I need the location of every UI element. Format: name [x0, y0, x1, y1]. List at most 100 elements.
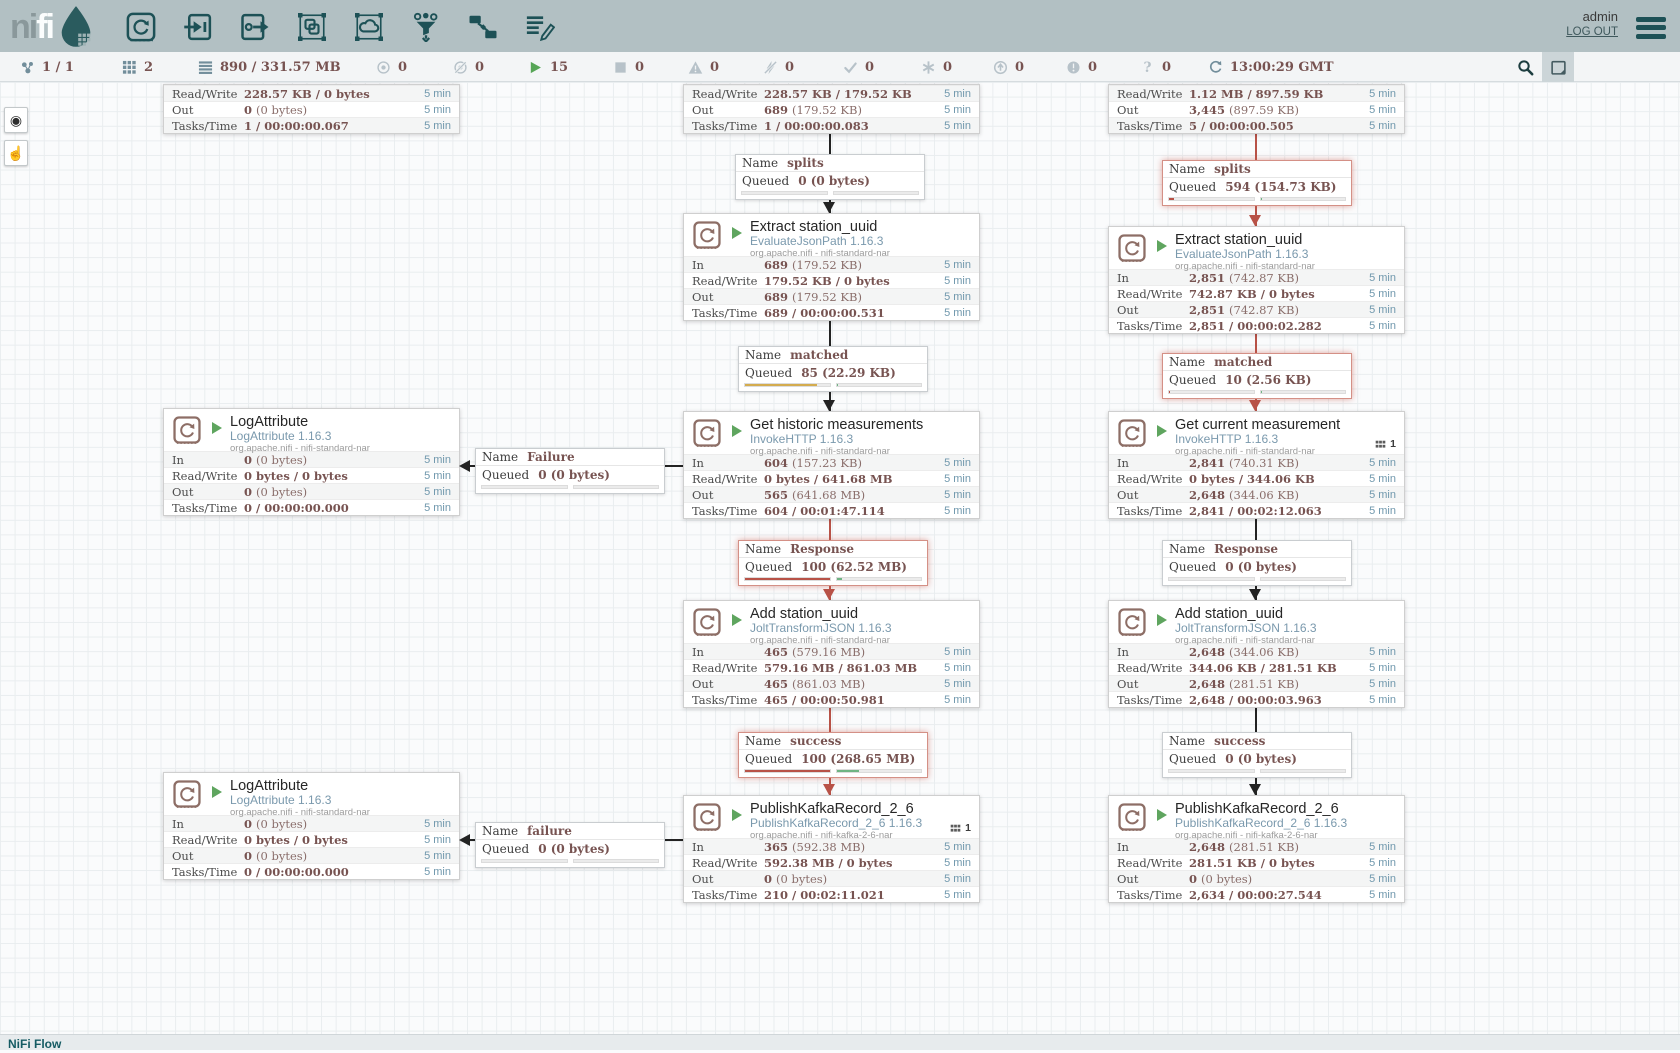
processor-name: Add station_uuid: [1175, 606, 1396, 622]
toolbar-label-icon[interactable]: [523, 10, 557, 44]
toolbar-process-group-icon[interactable]: [295, 10, 329, 44]
name-label: Name: [745, 542, 781, 556]
queued-value: 10 (2.56 KB): [1225, 373, 1311, 387]
connection-label-success-right[interactable]: Name success Queued 0 (0 bytes): [1162, 732, 1352, 778]
status-count: 0: [865, 60, 874, 75]
connection-name-row: Name matched: [739, 347, 927, 364]
processor-add-right[interactable]: Add station_uuid JoltTransformJSON 1.16.…: [1108, 600, 1405, 708]
processor-stamp-icon: [1118, 608, 1146, 636]
processor-stamp-icon: [693, 803, 721, 831]
palette-hand-pointer-icon[interactable]: ☝: [4, 140, 28, 166]
toolbar-funnel-icon[interactable]: [409, 10, 443, 44]
processor-stamp-icon: [1118, 234, 1146, 267]
stat-window: 5 min: [1369, 873, 1396, 885]
connection-label-splits-right[interactable]: Name splits Queued 594 (154.73 KB): [1162, 160, 1352, 206]
processor-stamp-icon: [693, 221, 721, 249]
backpressure-bars: [744, 577, 922, 581]
processor-top-right[interactable]: Read/Write1.12 MB / 897.59 KB 5 min Out3…: [1108, 84, 1405, 134]
input-port-icon: [183, 12, 213, 42]
toolbar-output-port-icon[interactable]: [238, 10, 272, 44]
processor-publish-mid[interactable]: PublishKafkaRecord_2_6 PublishKafkaRecor…: [683, 795, 980, 903]
processor-extract-right[interactable]: Extract station_uuid EvaluateJsonPath 1.…: [1108, 226, 1405, 334]
running-icon: [528, 60, 543, 75]
connection-label-success-mid[interactable]: Name success Queued 100 (268.65 MB): [738, 732, 928, 778]
list-icon: [198, 60, 213, 75]
label-icon: [525, 12, 555, 42]
backpressure-size-bar: [1260, 197, 1347, 201]
backpressure-count-bar: [1168, 577, 1255, 581]
processor-top-left[interactable]: Read/Write228.57 KB / 0 bytes 5 min Out0…: [163, 84, 460, 134]
toolbar-input-port-icon[interactable]: [181, 10, 215, 44]
backpressure-size-bar: [836, 769, 923, 773]
stat-window: 5 min: [944, 889, 971, 901]
processor-bundle: org.apache.nifi - nifi-standard-nar: [230, 443, 451, 454]
backpressure-bars: [744, 383, 922, 387]
flow-canvas[interactable]: Name splits Queued 0 (0 bytes) Name spli…: [0, 82, 1680, 1034]
global-menu-icon[interactable]: [1636, 13, 1666, 42]
connection-label-failure-top[interactable]: Name Failure Queued 0 (0 bytes): [475, 448, 665, 494]
processor-top-mid[interactable]: Read/Write228.57 KB / 179.52 KB 5 min Ou…: [683, 84, 980, 134]
search-button[interactable]: [1512, 55, 1538, 79]
processor-stamp-icon: [173, 416, 201, 444]
stat-window: 5 min: [424, 104, 451, 116]
connection-arrow-icon: [459, 460, 470, 472]
connection-label-matched-mid[interactable]: Name matched Queued 85 (22.29 KB): [738, 346, 928, 392]
processor-stamp-icon: [1118, 419, 1146, 452]
processor-log-bottom[interactable]: LogAttribute LogAttribute 1.16.3 org.apa…: [163, 772, 460, 880]
processor-stats: In0 (0 bytes) 5 min Read/Write0 bytes / …: [164, 815, 459, 879]
queued-value: 0 (0 bytes): [538, 468, 610, 482]
processor-header: Extract station_uuid EvaluateJsonPath 1.…: [1109, 227, 1404, 269]
backpressure-count-bar: [744, 577, 831, 581]
backpressure-size-bar: [573, 859, 660, 863]
processor-bundle: org.apache.nifi - nifi-standard-nar: [750, 248, 971, 259]
stat-row-out: Out2,648 (344.06 KB) 5 min: [1109, 486, 1404, 502]
processor-add-mid[interactable]: Add station_uuid JoltTransformJSON 1.16.…: [683, 600, 980, 708]
processor-stamp-icon: [1118, 419, 1146, 447]
connection-name-row: Name Response: [739, 541, 927, 558]
stat-row-read-write: Read/Write592.38 MB / 0 bytes 5 min: [684, 854, 979, 870]
processor-publish-right[interactable]: PublishKafkaRecord_2_6 PublishKafkaRecor…: [1108, 795, 1405, 903]
queued-label: Queued: [1169, 560, 1216, 574]
stat-row-tasks-time: Tasks/Time5 / 00:00:00.505 5 min: [1109, 117, 1404, 133]
run-status-icon: [732, 227, 742, 239]
app-header: nifi admin LOG OUT: [0, 0, 1680, 52]
palette-compass-icon[interactable]: ◉: [4, 107, 28, 133]
backpressure-size-bar: [1260, 390, 1347, 394]
connection-label-matched-right[interactable]: Name matched Queued 10 (2.56 KB): [1162, 353, 1352, 399]
connection-name-row: Name success: [739, 733, 927, 750]
stat-row-out: Out2,648 (281.51 KB) 5 min: [1109, 675, 1404, 691]
stat-window: 5 min: [944, 307, 971, 319]
processor-get-historic[interactable]: Get historic measurements InvokeHTTP 1.1…: [683, 411, 980, 519]
processor-get-current[interactable]: Get current measurement InvokeHTTP 1.16.…: [1108, 411, 1405, 519]
status-locally-modified-item: 0: [921, 52, 952, 82]
status-transmitting-item: 0: [376, 52, 407, 82]
modified-stale-icon: [1066, 60, 1081, 75]
stat-window: 5 min: [944, 120, 971, 132]
backpressure-size-bar: [1260, 577, 1347, 581]
processor-log-top[interactable]: LogAttribute LogAttribute 1.16.3 org.apa…: [163, 408, 460, 516]
stat-window: 5 min: [944, 259, 971, 271]
toolbar-template-icon[interactable]: [466, 10, 500, 44]
stat-window: 5 min: [1369, 841, 1396, 853]
connection-label-response-mid[interactable]: Name Response Queued 100 (62.52 MB): [738, 540, 928, 586]
name-label: Name: [1169, 542, 1205, 556]
logout-link[interactable]: LOG OUT: [1566, 26, 1618, 38]
run-status-icon: [1157, 809, 1167, 821]
connection-label-splits-mid[interactable]: Name splits Queued 0 (0 bytes): [735, 154, 925, 200]
processor-name: Extract station_uuid: [1175, 232, 1396, 248]
processor-extract-mid[interactable]: Extract station_uuid EvaluateJsonPath 1.…: [683, 213, 980, 321]
stat-window: 5 min: [1369, 489, 1396, 501]
backpressure-count-bar: [481, 859, 568, 863]
connection-label-response-right[interactable]: Name Response Queued 0 (0 bytes): [1162, 540, 1352, 586]
connection-label-failure-bottom[interactable]: Name failure Queued 0 (0 bytes): [475, 822, 665, 868]
status-cluster-item: 1 / 1: [20, 52, 74, 82]
backpressure-bars: [741, 191, 919, 195]
toolbar-processor-icon[interactable]: [124, 10, 158, 44]
queued-value: 0 (0 bytes): [538, 842, 610, 856]
panel-toggle-button[interactable]: [1542, 52, 1574, 82]
name-label: Name: [1169, 734, 1205, 748]
status-refresh-item[interactable]: 13:00:29 GMT: [1208, 52, 1334, 82]
toolbar-remote-process-group-icon[interactable]: [352, 10, 386, 44]
queued-value: 100 (62.52 MB): [801, 560, 907, 574]
connection-arrow-icon: [1249, 400, 1261, 411]
